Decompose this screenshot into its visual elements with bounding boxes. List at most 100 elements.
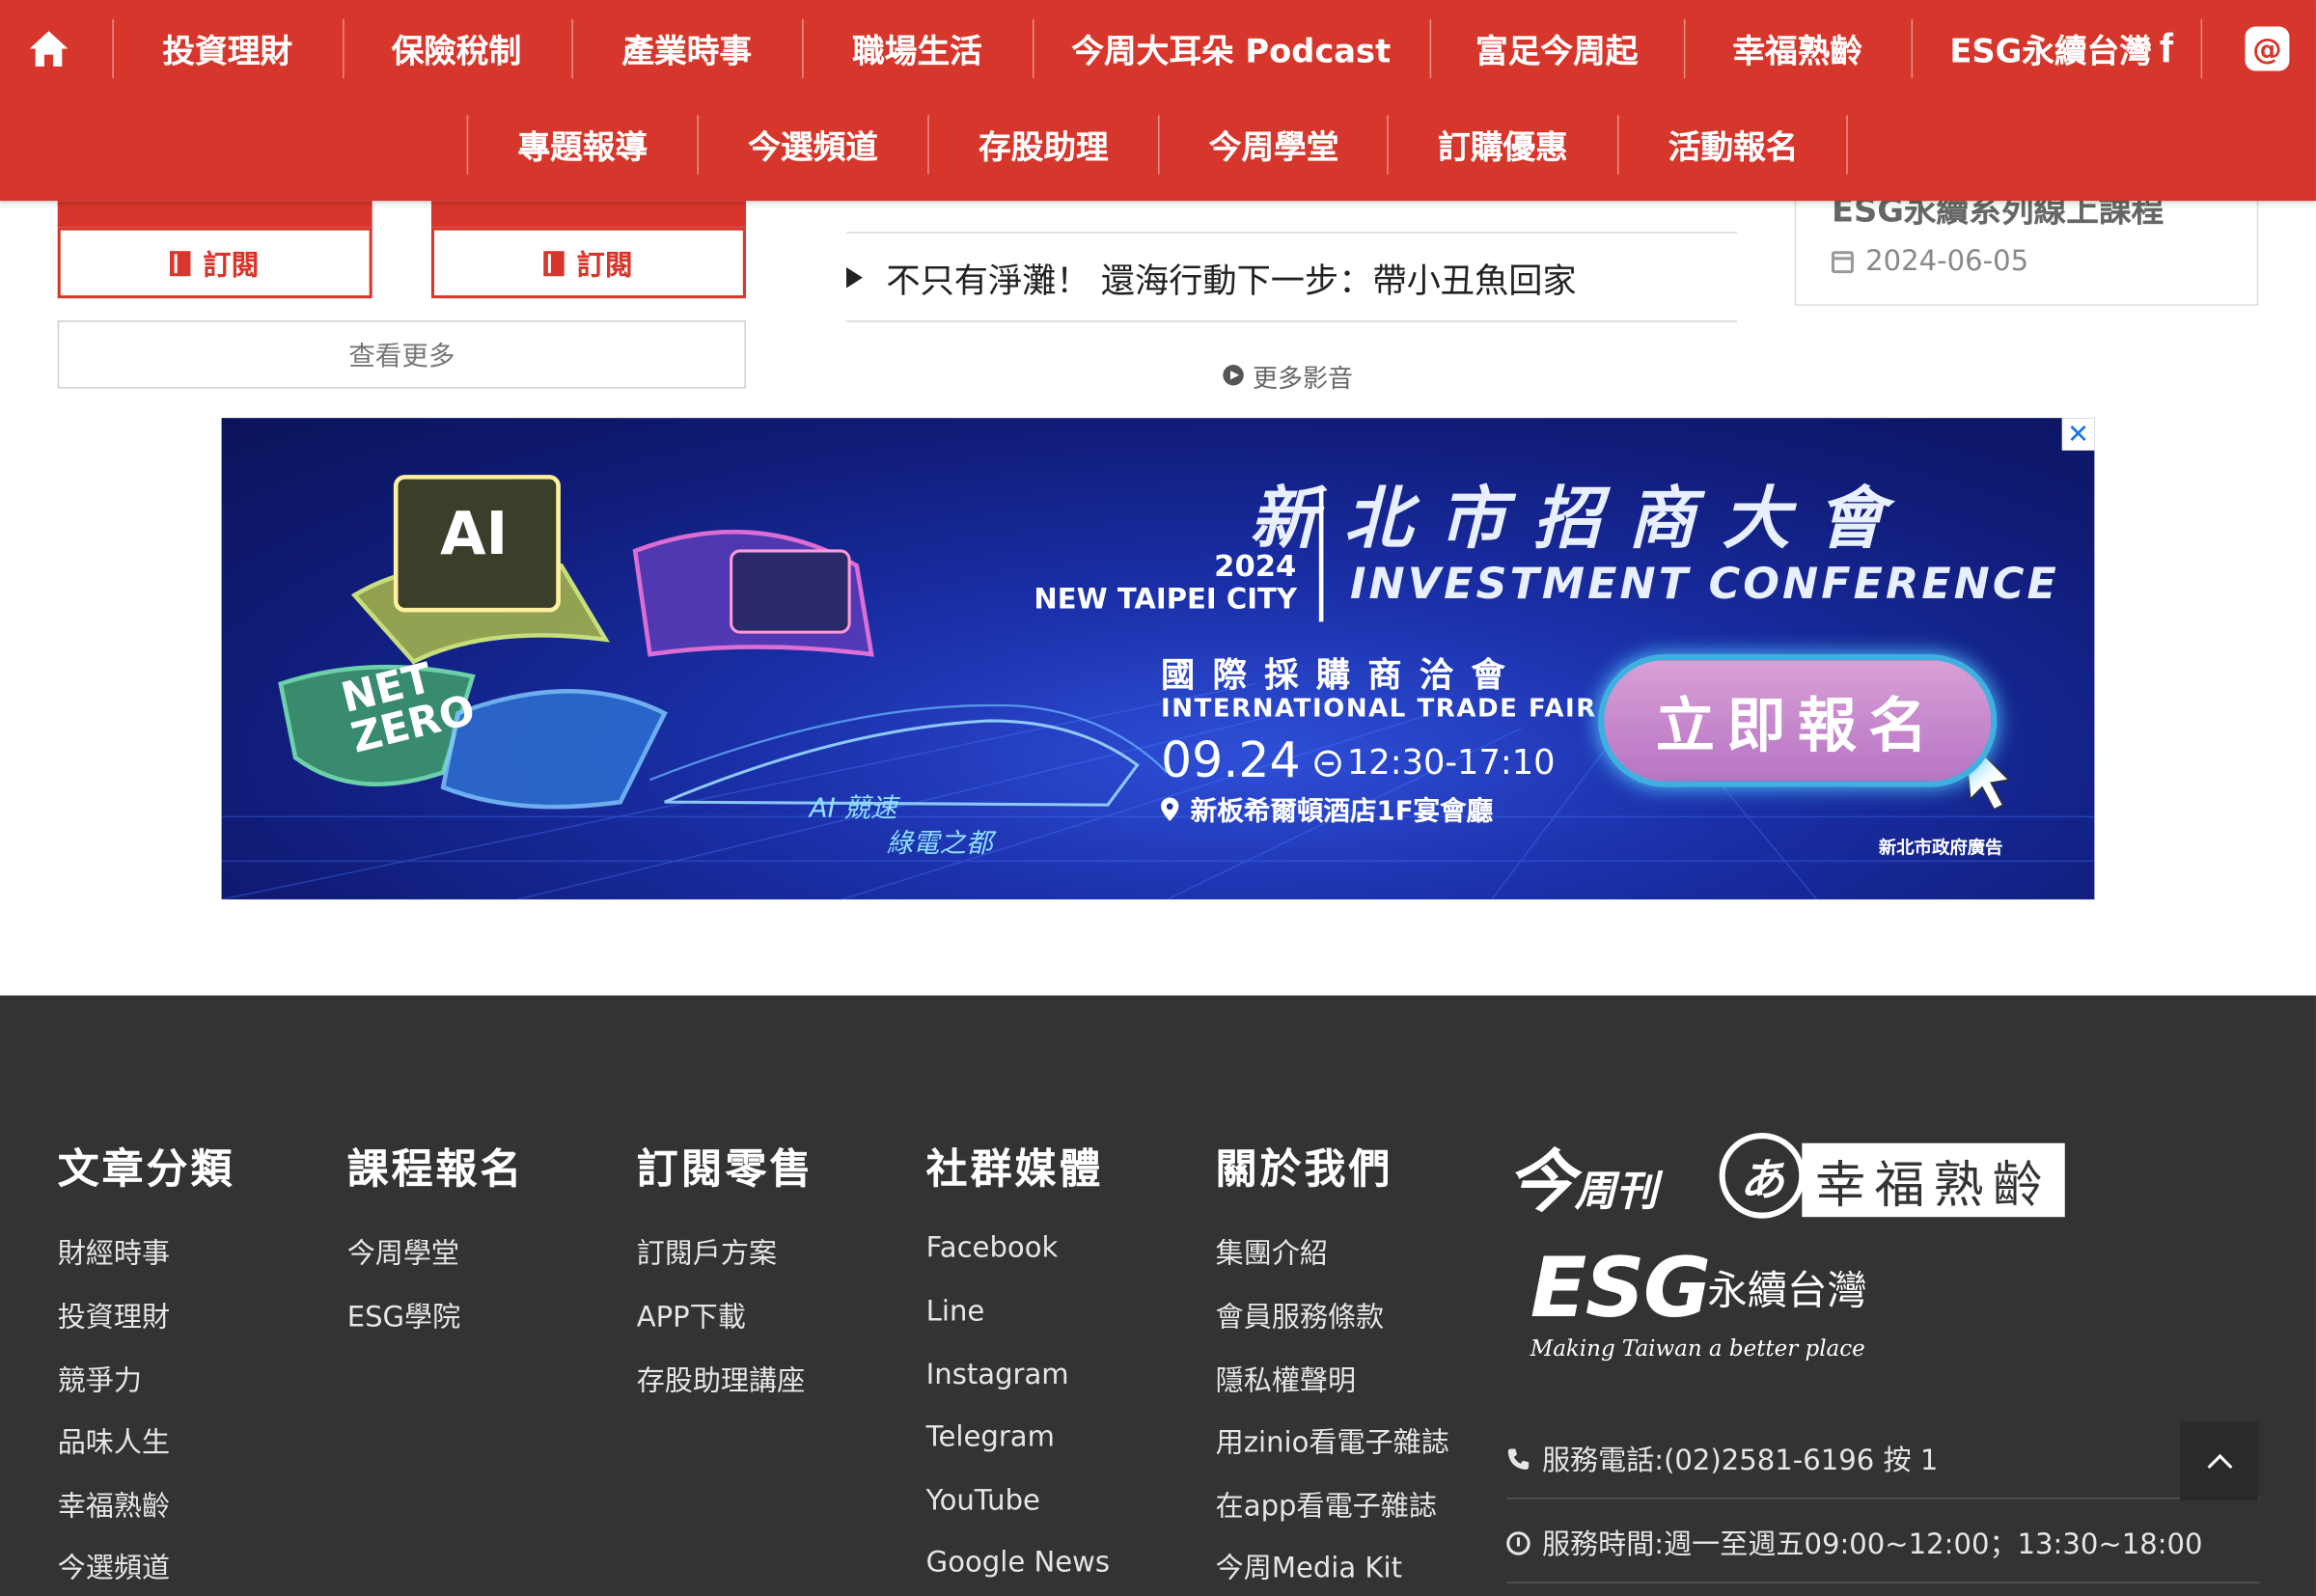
video-list-item[interactable]: 不只有淨灘！ 還海行動下一步：帶小丑魚回家 — [846, 251, 1577, 304]
calendar-icon — [1831, 250, 1854, 273]
ad-city: NEW TAIPEI CITY — [1034, 583, 1297, 617]
footer-link[interactable]: 存股助理講座 — [637, 1359, 806, 1398]
footer-column-title: 文章分類 — [57, 1144, 235, 1194]
ad-sponsor: 新北市政府廣告 — [1878, 837, 2003, 859]
nav-item-industry[interactable]: 產業時事 — [573, 19, 801, 78]
more-videos-link[interactable]: 更多影音 — [1223, 357, 1353, 394]
nav-item-stock-assistant[interactable]: 存股助理 — [929, 115, 1158, 174]
nav-divider — [112, 18, 114, 79]
footer-link-line[interactable]: Line — [926, 1295, 985, 1328]
footer-link[interactable]: ESG學院 — [347, 1295, 461, 1335]
nav-item-events[interactable]: 活動報名 — [1619, 115, 1848, 174]
course-card-date: 2024-06-05 — [1831, 245, 2029, 278]
divider — [1506, 1498, 2260, 1500]
ad-slogan: 綠電之都 — [886, 828, 993, 860]
subscribe-button[interactable]: 訂閱 — [57, 227, 372, 299]
brand-logos: 今周刊 あ 幸福熟齡 ESG 永續台灣 Making Taiwan a bett… — [1506, 1128, 2097, 1379]
nav-item-podcast[interactable]: 今周大耳朵 Podcast — [1034, 19, 1428, 78]
footer-link[interactable]: 用zinio看電子雜誌 — [1216, 1420, 1449, 1460]
footer-link[interactable]: 今周學堂 — [347, 1232, 459, 1272]
nav-item-subscribe-deals[interactable]: 訂購優惠 — [1389, 115, 1617, 174]
footer-link[interactable]: 集團介紹 — [1216, 1232, 1328, 1272]
ad-fair-en: INTERNATIONAL TRADE FAIR — [1161, 694, 1597, 724]
footer-link-instagram[interactable]: Instagram — [926, 1359, 1069, 1391]
nav-item-academy[interactable]: 今周學堂 — [1160, 115, 1389, 174]
logo-jin-big: 今 — [1506, 1142, 1575, 1222]
divider — [846, 232, 1737, 234]
phone-text: 服務電話:(02)2581-6196 按 1 — [1541, 1444, 1939, 1477]
clock-icon — [1314, 750, 1341, 778]
play-circle-icon — [1223, 365, 1244, 386]
book-icon — [544, 250, 565, 276]
hours-text: 服務時間:週一至週五09:00~12:00；13:30~18:00 — [1541, 1528, 2203, 1561]
ad-register-button[interactable]: 立即報名 — [1598, 654, 1998, 787]
service-phone: 服務電話:(02)2581-6196 按 1 — [1506, 1439, 1938, 1478]
service-hours: 服務時間:週一至週五09:00~12:00；13:30~18:00 — [1506, 1523, 2203, 1562]
footer-link-facebook[interactable]: Facebook — [926, 1232, 1059, 1265]
esg-logo[interactable]: ESG — [1530, 1241, 1712, 1336]
footer-column-about: 關於我們 集團介紹 會員服務條款 隱私權聲明 用zinio看電子雜誌 在app看… — [1215, 1138, 1449, 1584]
nav-item-channel[interactable]: 今選頻道 — [699, 115, 927, 174]
ad-time: 12:30-17:10 — [1314, 744, 1556, 784]
threads-icon[interactable]: @ — [2245, 26, 2290, 71]
footer-link[interactable]: 幸福熟齡 — [58, 1484, 170, 1524]
clock-icon — [1506, 1530, 1530, 1555]
magazine-card-strip — [57, 201, 372, 228]
ad-time-text: 12:30-17:10 — [1346, 744, 1556, 784]
top-navigation: 投資理財 保險稅制 產業時事 職場生活 今周大耳朵 Podcast 富足今周起 … — [0, 0, 2316, 202]
subscribe-label: 訂閱 — [203, 248, 260, 282]
date-text: 2024-06-05 — [1865, 245, 2029, 278]
subscribe-button[interactable]: 訂閱 — [430, 227, 746, 299]
footer-link[interactable]: 會員服務條款 — [1216, 1295, 1385, 1335]
back-to-top-button[interactable] — [2180, 1421, 2259, 1501]
footer-link[interactable]: APP下載 — [637, 1295, 746, 1335]
phone-icon — [1507, 1447, 1530, 1470]
footer-link[interactable]: 競爭力 — [58, 1359, 142, 1398]
home-icon[interactable] — [28, 30, 69, 69]
esg-logo-text: 永續台灣 — [1707, 1268, 1867, 1315]
ad-title: 新北市招商大會 — [1249, 478, 1912, 559]
see-more-button[interactable]: 查看更多 — [57, 320, 746, 389]
footer-link[interactable]: 在app看電子雜誌 — [1216, 1484, 1437, 1524]
footer-link-youtube[interactable]: YouTube — [926, 1484, 1040, 1517]
business-today-logo[interactable]: 今周刊 — [1506, 1128, 1657, 1225]
footer-column-categories: 文章分類 財經時事 投資理財 競爭力 品味人生 幸福熟齡 今選頻道 — [57, 1138, 235, 1584]
footer: 文章分類 財經時事 投資理財 競爭力 品味人生 幸福熟齡 今選頻道 課程報名 今… — [0, 995, 2316, 1596]
footer-link[interactable]: 今周Media Kit — [1216, 1547, 1402, 1586]
senior-logo-mark: あ — [1719, 1132, 1806, 1219]
nav-item-features[interactable]: 專題報導 — [468, 115, 697, 174]
nav-item-wealth[interactable]: 富足今周起 — [1431, 19, 1682, 78]
footer-column-courses: 課程報名 今周學堂 ESG學院 — [347, 1138, 525, 1334]
footer-link-telegram[interactable]: Telegram — [926, 1420, 1055, 1453]
nav-item-esg[interactable]: ESG永續台灣 — [1915, 19, 2160, 78]
footer-link[interactable]: 隱私權聲明 — [1216, 1359, 1356, 1398]
footer-link-google-news[interactable]: Google News — [926, 1547, 1110, 1580]
footer-link[interactable]: 訂閱戶方案 — [637, 1232, 777, 1272]
footer-link[interactable]: 財經時事 — [58, 1232, 170, 1272]
nav-item-workplace[interactable]: 職場生活 — [804, 19, 1032, 78]
nav-item-insurance-tax[interactable]: 保險稅制 — [345, 19, 569, 78]
facebook-icon[interactable]: f — [2160, 26, 2187, 71]
ad-venue-text: 新板希爾頓酒店1F宴會廳 — [1190, 795, 1494, 828]
ad-banner[interactable]: AI NET ZERO AI 競速 綠電之都 新北市招商大會 2024 NEW … — [221, 418, 2095, 900]
footer-column-title: 關於我們 — [1215, 1144, 1393, 1194]
ad-year: 2024 — [1214, 547, 1297, 584]
footer-column-title: 訂閱零售 — [636, 1144, 814, 1194]
ad-fair-zh: 國際採購商洽會 — [1161, 657, 1524, 696]
footer-column-social: 社群媒體 Facebook Line Instagram Telegram Yo… — [925, 1138, 1110, 1579]
nav-divider — [2200, 18, 2203, 79]
footer-link[interactable]: 品味人生 — [58, 1420, 170, 1460]
location-pin-icon — [1161, 797, 1179, 822]
subscribe-label: 訂閱 — [576, 248, 633, 282]
ad-date: 09.24 — [1161, 730, 1301, 789]
footer-link[interactable]: 投資理財 — [58, 1295, 170, 1335]
nav-item-senior[interactable]: 幸福熟齡 — [1685, 19, 1910, 78]
footer-link[interactable]: 今選頻道 — [58, 1547, 170, 1586]
divider — [846, 320, 1737, 322]
footer-column-title: 社群媒體 — [925, 1144, 1104, 1194]
nav-divider — [1911, 18, 1914, 79]
ad-close-icon[interactable]: ✕ — [2061, 418, 2095, 451]
senior-logo-text[interactable]: 幸福熟齡 — [1802, 1142, 2065, 1218]
ad-conference: INVESTMENT CONFERENCE — [1349, 558, 2059, 609]
nav-item-investment[interactable]: 投資理財 — [115, 19, 340, 78]
